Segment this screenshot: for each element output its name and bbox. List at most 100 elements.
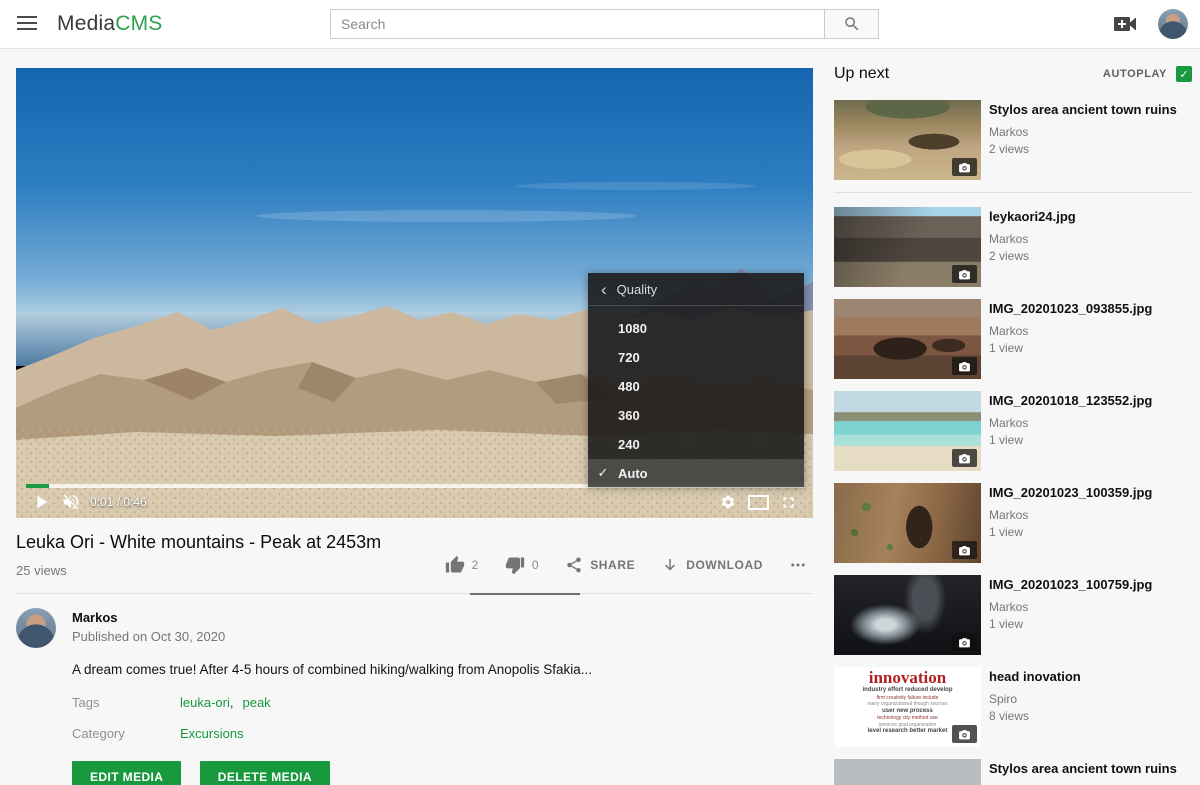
tag-link-leuka-ori[interactable]: leuka-ori: [180, 695, 230, 710]
search-input[interactable]: [330, 9, 825, 39]
mute-button[interactable]: [56, 489, 86, 515]
quality-menu-back[interactable]: ‹ Quality: [588, 273, 804, 306]
quality-option-auto[interactable]: ✓Auto: [588, 459, 804, 487]
logo[interactable]: MediaCMS: [57, 0, 162, 48]
search-button[interactable]: [824, 9, 879, 39]
upnext-item-author: Markos: [989, 125, 1177, 139]
publish-date: Published on Oct 30, 2020: [72, 629, 225, 644]
upnext-item-views: 8 views: [989, 709, 1081, 723]
author-name[interactable]: Markos: [72, 610, 225, 625]
fullscreen-icon: [780, 494, 797, 511]
meta-row: 25 views 2 0: [16, 553, 813, 594]
upnext-thumbnail[interactable]: [834, 483, 981, 563]
autoplay-checkbox[interactable]: ✓: [1176, 66, 1192, 82]
quality-menu-title: Quality: [617, 282, 657, 297]
play-icon: [30, 491, 52, 513]
upnext-item-title: head inovation: [989, 669, 1081, 685]
gear-icon: [720, 494, 736, 510]
upnext-thumbnail[interactable]: [834, 299, 981, 379]
upnext-thumbnail[interactable]: innovationindustry effort reduced develo…: [834, 667, 981, 747]
upnext-item-title: IMG_20201023_100759.jpg: [989, 577, 1152, 593]
author-section: Markos Published on Oct 30, 2020: [16, 608, 813, 648]
more-options-button[interactable]: [789, 556, 807, 574]
fullscreen-button[interactable]: [773, 489, 803, 515]
upnext-item-views: 2 views: [989, 142, 1177, 156]
top-bar: MediaCMS: [0, 0, 1200, 49]
upnext-thumbnail[interactable]: [834, 207, 981, 287]
upnext-item[interactable]: leykaori24.jpg Markos 2 views: [834, 207, 1192, 287]
camera-badge-icon: [952, 633, 977, 651]
volume-off-icon: [61, 492, 81, 512]
category-link[interactable]: Excursions: [180, 726, 244, 741]
dislike-count: 0: [532, 558, 539, 572]
quality-option-480[interactable]: 480: [588, 372, 804, 401]
author-avatar[interactable]: [16, 608, 56, 648]
autoplay-control: AUTOPLAY ✓: [1103, 66, 1192, 82]
upnext-thumbnail[interactable]: [834, 391, 981, 471]
upnext-item-views: 1 view: [989, 341, 1152, 355]
quality-option-240[interactable]: 240: [588, 430, 804, 459]
upnext-item[interactable]: IMG_20201023_093855.jpg Markos 1 view: [834, 299, 1192, 379]
check-icon: ✓: [588, 465, 618, 481]
category-label: Category: [72, 726, 180, 741]
upnext-item-author: Markos: [989, 508, 1152, 522]
download-button[interactable]: DOWNLOAD: [661, 556, 763, 574]
upnext-item-title: IMG_20201018_123552.jpg: [989, 393, 1152, 409]
ellipsis-icon: [789, 556, 807, 574]
upnext-item-title: Stylos area ancient town ruins: [989, 102, 1177, 118]
tags-label: Tags: [72, 695, 180, 710]
autoplay-label: AUTOPLAY: [1103, 68, 1167, 80]
upnext-item[interactable]: IMG_20201023_100759.jpg Markos 1 view: [834, 575, 1192, 655]
dislike-button[interactable]: 0: [505, 555, 539, 575]
camera-badge-icon: [952, 725, 977, 743]
delete-media-button[interactable]: DELETE MEDIA: [200, 761, 330, 785]
tag-link-peak[interactable]: peak: [242, 695, 270, 710]
video-player[interactable]: ‹ Quality 1080720480360240✓Auto: [16, 68, 813, 518]
menu-icon[interactable]: [17, 16, 37, 32]
upnext-divider: [834, 192, 1192, 193]
quality-option-1080[interactable]: 1080: [588, 314, 804, 343]
camera-badge-icon: [952, 265, 977, 283]
upnext-item[interactable]: Stylos area ancient town ruins Markos 2 …: [834, 100, 1192, 180]
theater-mode-button[interactable]: [743, 489, 773, 515]
like-button[interactable]: 2: [445, 555, 479, 575]
upnext-item[interactable]: IMG_20201023_100359.jpg Markos 1 view: [834, 483, 1192, 563]
upnext-item-views: 1 view: [989, 525, 1152, 539]
add-media-button[interactable]: [1114, 14, 1138, 34]
settings-button[interactable]: [713, 489, 743, 515]
share-label: SHARE: [590, 558, 635, 572]
theater-icon: [748, 495, 769, 510]
video-description: A dream comes true! After 4-5 hours of c…: [72, 662, 813, 677]
upnext-thumbnail[interactable]: [834, 575, 981, 655]
chevron-left-icon: ‹: [601, 281, 607, 298]
upnext-item-author: Markos: [989, 416, 1152, 430]
up-next-header: Up next AUTOPLAY ✓: [834, 60, 1192, 88]
share-button[interactable]: SHARE: [565, 556, 635, 574]
media-buttons: EDIT MEDIA DELETE MEDIA: [72, 761, 813, 785]
play-button[interactable]: [26, 489, 56, 515]
quality-menu: ‹ Quality 1080720480360240✓Auto: [588, 273, 804, 487]
upnext-item-title: IMG_20201023_093855.jpg: [989, 301, 1152, 317]
quality-option-label: Auto: [618, 466, 648, 481]
upnext-item[interactable]: Stylos area ancient town ruins: [834, 759, 1192, 785]
tag-separator: ,: [230, 695, 234, 710]
upnext-item-views: 1 view: [989, 617, 1152, 631]
video-camera-add-icon: [1114, 14, 1138, 34]
video-title: Leuka Ori - White mountains - Peak at 24…: [16, 532, 813, 553]
player-controls: 0:01 / 0:46: [26, 489, 803, 515]
action-bar: 2 0 SHARE D: [445, 555, 807, 575]
upnext-item-author: Markos: [989, 324, 1152, 338]
upnext-item[interactable]: IMG_20201018_123552.jpg Markos 1 view: [834, 391, 1192, 471]
upnext-thumbnail[interactable]: [834, 100, 981, 180]
user-avatar[interactable]: [1158, 9, 1188, 39]
thumb-up-icon: [445, 555, 465, 575]
progress-played: [26, 484, 49, 488]
quality-option-label: 360: [618, 408, 640, 423]
upnext-item[interactable]: innovationindustry effort reduced develo…: [834, 667, 1192, 747]
quality-option-720[interactable]: 720: [588, 343, 804, 372]
quality-option-label: 480: [618, 379, 640, 394]
main-content: ‹ Quality 1080720480360240✓Auto: [16, 68, 813, 785]
edit-media-button[interactable]: EDIT MEDIA: [72, 761, 181, 785]
upnext-thumbnail[interactable]: [834, 759, 981, 785]
quality-option-360[interactable]: 360: [588, 401, 804, 430]
